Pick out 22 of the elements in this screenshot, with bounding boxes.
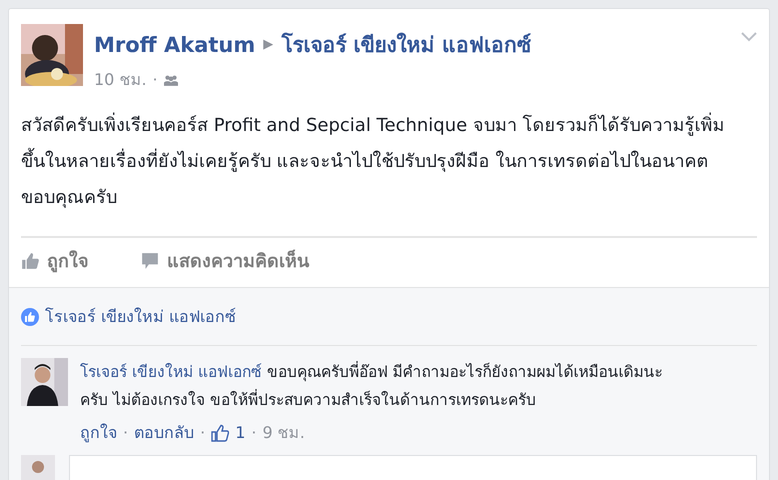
comment-button[interactable]: แสดงความคิดเห็น [141,246,309,275]
like-badge-icon [21,308,39,326]
post-text: สวัสดีครับเพิ่งเรียนคอร์ส Profit and Sepcial Technique จบมา โดยรวมก็ได้รับความรู้เพิ่มขึ้นในหลายเรื่องที่ยังไม่เคยรู้ครับ และจะนำไปใช้ปรับปรุงฝีมือ ในการเทรดต่อไปในอนาคต ขอบคุณครับ [21,108,726,216]
chevron-down-icon[interactable] [741,32,757,42]
speech-bubble-icon [141,252,159,270]
author-link[interactable]: Mroff Akatum [94,32,256,56]
separator-dot: · [251,423,256,442]
thumbs-up-icon [21,252,39,270]
reply-link[interactable]: ตอบกลับ [134,420,194,445]
separator-dot: · [152,70,158,89]
like-link[interactable]: ถูกใจ [80,420,117,445]
comment-text: โรเจอร์ เขียงใหม่ แอฟเอกซ์ ขอบคุณครับพี่อ๊อฟ มีคำถามอะไรก็ยังถามผมได้เหมือนเดิมนะครับ ไม่ต้องเกรงใจ ขอให้พี่ประสบความสำเร็จในด้านการเทรดนะครับ [80,360,664,411]
target-link[interactable]: โรเจอร์ เขียงใหม่ แอฟเอกซ์ [281,28,531,61]
commenter-link[interactable]: โรเจอร์ เขียงใหม่ แอฟเอกซ์ [80,363,262,381]
separator-dot: · [123,423,128,442]
like-count: 1 [235,423,246,442]
likers-link[interactable]: โรเจอร์ เขียงใหม่ แอฟเอกซ์ [45,304,236,329]
like-button[interactable]: ถูกใจ [21,246,89,275]
arrow-separator: ▶ [263,37,274,52]
separator-dot: · [200,423,206,442]
thumbs-up-icon [211,424,230,442]
friends-icon [164,74,178,86]
